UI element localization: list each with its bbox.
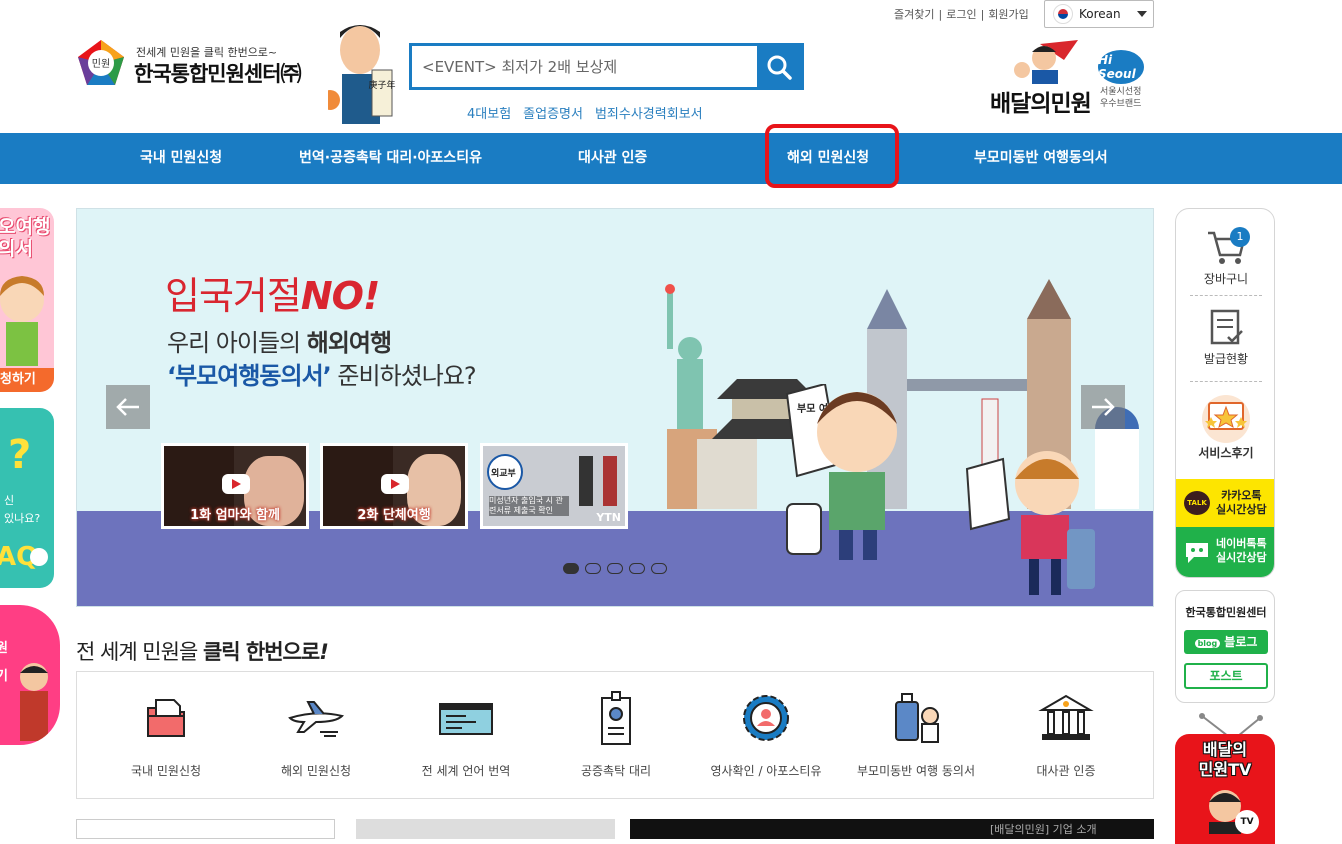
- search-input[interactable]: [412, 46, 760, 87]
- delivery-tv-banner[interactable]: 배달의 민원TV TV: [1175, 734, 1275, 844]
- girl-character-icon: [0, 276, 44, 366]
- play-icon: [30, 548, 48, 566]
- video-thumb-1[interactable]: 1화 엄마와 함께: [161, 443, 309, 529]
- slide-dot-1[interactable]: [563, 563, 579, 574]
- quick-links: 4대보험 졸업증명서 범죄수사경력회보서: [467, 103, 703, 122]
- banner-subheadline: 우리 아이들의 해외여행 ‘부모여행동의서’ 준비하셨나요?: [167, 329, 477, 390]
- star-review-icon: [1202, 395, 1250, 443]
- slide-dot-3[interactable]: [607, 563, 623, 574]
- video-thumb-3[interactable]: 외교부 미성년자 출입국 시 관련서류 제출국 확인 YTN: [480, 443, 628, 529]
- search-icon: [767, 55, 792, 80]
- login-link[interactable]: 로그인: [946, 8, 976, 21]
- hero-character-icon: [1014, 40, 1078, 84]
- service-notary[interactable]: 공증촉탁 대리: [541, 688, 691, 779]
- favorites-link[interactable]: 즐겨찾기: [894, 8, 934, 21]
- bottom-card-2[interactable]: [356, 819, 615, 839]
- slide-indicators: [563, 563, 667, 574]
- blog-icon: blog: [1194, 639, 1221, 648]
- gear-person-icon: [743, 695, 789, 741]
- arrow-right-icon: [1092, 398, 1115, 416]
- nav-embassy[interactable]: 대사관 인증: [578, 133, 647, 184]
- quick-link-criminal-record[interactable]: 범죄수사경력회보서: [595, 103, 703, 122]
- document-check-icon: [1210, 309, 1243, 345]
- post-button[interactable]: 포스트: [1184, 663, 1268, 689]
- search-bar: [409, 43, 804, 90]
- kakao-talk-icon: TALK: [1184, 491, 1210, 515]
- service-apostille[interactable]: 영사확인 / 아포스티유: [691, 688, 841, 779]
- main-nav: 국내 민원신청 번역·공증촉탁 대리·아포스티유 대사관 인증 해외 민원신청 …: [0, 124, 1342, 188]
- folder-icon: [147, 699, 185, 737]
- service-translation[interactable]: 전 세계 언어 번역: [391, 688, 541, 779]
- service-overseas[interactable]: 해외 민원신청: [241, 688, 391, 779]
- bottom-card-video[interactable]: [배달의민원] 기업 소개: [630, 819, 1154, 839]
- hero-banner[interactable]: 입국거절NO! 우리 아이들의 해외여행 ‘부모여행동의서’ 준비하셨나요? 부…: [76, 208, 1154, 607]
- tv-antenna-icon: [1199, 713, 1263, 736]
- slide-dot-5[interactable]: [651, 563, 667, 574]
- issue-status-button[interactable]: 발급현황: [1176, 309, 1274, 367]
- korea-flag-icon: [1053, 4, 1073, 24]
- site-logo[interactable]: 민원 전세계 민원을 클릭 한번으로~ 한국통합민원센터㈜ 庚子年: [76, 18, 396, 130]
- service-embassy[interactable]: 대사관 인증: [991, 688, 1141, 779]
- brand-name: 배달의민원: [990, 91, 1092, 117]
- banner-prev-button[interactable]: [106, 385, 150, 429]
- naver-talk-button[interactable]: 네이버톡톡 실시간상담: [1176, 527, 1274, 577]
- tv-badge: TV: [1235, 810, 1259, 834]
- presenter-character-icon: [20, 663, 48, 741]
- building-icon: [1038, 694, 1094, 740]
- hi-seoul-badge: Hi Seoul: [1098, 50, 1144, 84]
- banner-headline: 입국거절NO!: [165, 274, 380, 318]
- traveler-girl-icon: [965, 451, 1095, 595]
- left-promo-faq[interactable]: ? 신 있나요? AQ: [0, 408, 54, 588]
- service-travel-consent[interactable]: 부모미동반 여행 동의서: [841, 688, 991, 779]
- banner-next-button[interactable]: [1081, 385, 1125, 429]
- cart-count-badge: 1: [1230, 227, 1250, 247]
- highlight-circle: [765, 124, 899, 188]
- brand-award: 서울시선정 우수브랜드: [1100, 87, 1142, 109]
- quick-link-insurance[interactable]: 4대보험: [467, 103, 511, 122]
- service-menu: 국내 민원신청 해외 민원신청 전 세계 언어 번역 공증촉탁 대리 영사확인 …: [76, 671, 1154, 799]
- svg-text:민원: 민원: [92, 58, 110, 70]
- slide-dot-2[interactable]: [585, 563, 601, 574]
- scholar-character-icon: 庚子年: [328, 25, 396, 124]
- nav-translation[interactable]: 번역·공증촉탁 대리·아포스티유: [299, 133, 482, 184]
- slide-dot-4[interactable]: [629, 563, 645, 574]
- language-label: Korean: [1079, 7, 1121, 21]
- brand-logo[interactable]: Hi Seoul 배달의민원 서울시선정 우수브랜드: [990, 40, 1155, 117]
- top-links: 즐겨찾기 | 로그인 | 회원가입: [894, 8, 1029, 21]
- right-quick-menu: 장바구니 1 발급현황 서비스후기 TALK 카카오톡 실시간상담 네이버톡톡 실시…: [1175, 208, 1275, 578]
- video-thumb-2[interactable]: 2화 단체여행: [320, 443, 468, 529]
- luggage-icon: [895, 693, 939, 743]
- play-icon: [222, 474, 250, 494]
- logo-name: 한국통합민원센터㈜: [134, 62, 302, 86]
- caret-down-icon: [1137, 11, 1147, 17]
- search-button[interactable]: [757, 46, 801, 87]
- blog-button[interactable]: blog 블로그: [1184, 630, 1268, 654]
- language-select[interactable]: Korean: [1044, 0, 1154, 28]
- airplane-icon: [288, 701, 344, 737]
- signup-link[interactable]: 회원가입: [988, 8, 1028, 21]
- quick-link-graduation[interactable]: 졸업증명서: [523, 103, 583, 122]
- arrow-left-icon: [116, 398, 139, 416]
- left-promo-travel-consent[interactable]: 오여행 의서 청하기: [0, 208, 54, 392]
- social-links: 한국통합민원센터 blog 블로그 포스트: [1175, 590, 1275, 703]
- traveler-boy-icon: 부모 여행 동의서: [785, 384, 897, 560]
- svg-text:庚子年: 庚子年: [368, 79, 395, 91]
- bottom-card-1[interactable]: [76, 819, 335, 839]
- kakao-chat-button[interactable]: TALK 카카오톡 실시간상담: [1176, 479, 1274, 527]
- service-domestic[interactable]: 국내 민원신청: [91, 688, 241, 779]
- id-badge-icon: [601, 691, 631, 745]
- cart-button[interactable]: 장바구니: [1176, 227, 1274, 287]
- play-icon: [381, 474, 409, 494]
- left-promo-tv[interactable]: 원기: [0, 605, 60, 745]
- review-button[interactable]: 서비스후기: [1176, 395, 1274, 461]
- section-title: 전 세계 민원을 클릭 한번으로!: [76, 640, 329, 664]
- pentagon-logo-icon: 민원: [78, 40, 124, 85]
- nav-travel-consent[interactable]: 부모미동반 여행동의서: [974, 133, 1108, 184]
- chat-bubble-icon: [1186, 543, 1208, 563]
- ticket-icon: [439, 703, 493, 735]
- nav-domestic[interactable]: 국내 민원신청: [140, 133, 222, 184]
